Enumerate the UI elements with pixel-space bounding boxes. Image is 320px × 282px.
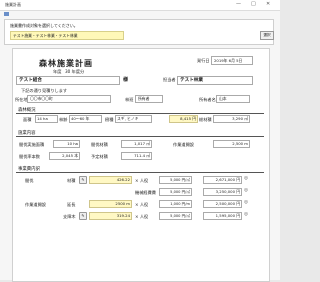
plan-sheet: 森林施業計画 発行日 2019年 6月 5日 年度 30 年度分 テスト組合 様…	[12, 48, 270, 282]
age-label: 林齢	[59, 117, 68, 122]
owner-name-field[interactable]: 山本	[216, 95, 250, 103]
area-field[interactable]: 14 ha	[35, 115, 58, 123]
cost-row-label: 間伐	[25, 178, 34, 183]
cost-row-multiplier: 機械経費費	[135, 190, 156, 195]
author-label: 担当者	[163, 77, 176, 82]
forest-block-label: 林班	[125, 97, 134, 102]
info-icon[interactable]: ◎	[244, 176, 248, 181]
cost-row-total[interactable]: 1,595,000 円	[203, 212, 242, 220]
window-title: 施業計画	[5, 2, 21, 7]
cost-row-price[interactable]: 5,000 円/㎥	[159, 176, 192, 184]
info-icon[interactable]: ◎	[244, 200, 248, 205]
author-field[interactable]: テスト林業	[177, 76, 253, 85]
total-volume-field[interactable]: 3,290 ㎥	[213, 115, 250, 123]
location-label: 所在地	[15, 97, 28, 102]
divider	[16, 136, 264, 137]
planned-volume-label: 予定材積	[91, 154, 108, 159]
year-label: 年度	[53, 69, 62, 74]
date-label: 発行日	[197, 58, 210, 63]
edit-icon[interactable]: ✎	[79, 176, 87, 184]
divider	[16, 113, 264, 114]
info-icon[interactable]: ◎	[244, 212, 248, 217]
species-label: 樹種	[105, 117, 114, 122]
page-title: 森林施業計画	[39, 59, 93, 68]
thinning-volume-label: 間伐材積	[91, 142, 108, 147]
location-field[interactable]: 〇〇市〇〇町	[27, 95, 111, 103]
cost-row-multiplier: × 人役	[135, 214, 149, 219]
cost-row-unit-label: 延長	[67, 202, 76, 207]
species-field[interactable]: スギ, ヒノキ	[115, 115, 152, 123]
minimize-button[interactable]: —	[236, 1, 241, 7]
road-field[interactable]: 2,500 m	[213, 140, 250, 148]
cost-row-price[interactable]: 1,000 円/m	[159, 200, 192, 208]
cost-row-total[interactable]: 3,250,000 円	[203, 188, 242, 196]
forest-block-field[interactable]: 所有者	[135, 95, 163, 103]
honorific: 様	[123, 77, 129, 83]
close-button[interactable]: ✕	[266, 1, 270, 7]
info-icon[interactable]: ◎	[244, 188, 248, 193]
thinning-volume-field[interactable]: 1,017 ㎥	[121, 140, 152, 148]
year-value: 30 年度分	[65, 69, 85, 74]
planned-volume-field[interactable]: 711.4 ㎥	[121, 152, 152, 160]
edit-icon[interactable]: ✎	[79, 212, 87, 220]
app-window: 施業計画 — □ ✕ 施業書作成対象を選択してください。 テスト施業・テスト林業…	[0, 0, 280, 282]
age-field[interactable]: 40〜60 年	[69, 115, 102, 123]
total-volume-label: 総材積	[199, 117, 212, 122]
cost-row-multiplier: × 人役	[135, 178, 149, 183]
menu-bar	[0, 11, 280, 17]
cost-row-qty[interactable]: 2500 m	[89, 200, 132, 208]
cost-row-qty[interactable]: 426.22	[89, 176, 132, 184]
cost-row-unit-label: 材積	[67, 178, 76, 183]
select-button[interactable]: 選択	[260, 31, 274, 40]
thinning-area-field[interactable]: 10 ha	[53, 140, 80, 148]
cost-row-label: 作業道開設	[25, 202, 46, 207]
notice-text: 下記の通り見積りします	[21, 88, 68, 93]
client-field[interactable]: テスト組合	[16, 76, 120, 85]
maximize-button[interactable]: □	[251, 1, 256, 7]
selection-message: 施業書作成対象を選択してください。	[10, 23, 78, 28]
date-field[interactable]: 2019年 6月 5日	[211, 56, 253, 65]
divider	[16, 172, 264, 173]
cost-row-price[interactable]: 5,000 円/㎥	[159, 188, 192, 196]
cost-row-total[interactable]: 2,500,000 円	[203, 200, 242, 208]
thinning-rate-field[interactable]: 2,045 本	[49, 152, 80, 160]
area-label: 面積	[23, 117, 32, 122]
owner-name-label: 所有者名	[199, 97, 216, 102]
selection-panel: 施業書作成対象を選択してください。 テスト施業・テスト林業・テスト林業 選択	[4, 19, 274, 45]
cost-row-qty[interactable]: 319.24	[89, 212, 132, 220]
thinning-area-label: 間伐実施面積	[19, 142, 45, 147]
cost-row-unit-label: 支障木	[63, 214, 76, 219]
thinning-rate-label: 間伐率本数	[19, 154, 40, 159]
target-select[interactable]: テスト施業・テスト林業・テスト林業	[10, 31, 124, 40]
title-bar: 施業計画 — □ ✕	[0, 0, 280, 11]
cost-row-multiplier: × 人役	[135, 202, 149, 207]
cost-row-price[interactable]: 5,000 円/㎥	[159, 212, 192, 220]
unit-cost-field[interactable]: 8,415 円	[169, 115, 198, 123]
cost-row-total[interactable]: 2,671,000 円	[203, 176, 242, 184]
road-label: 作業道開設	[173, 142, 194, 147]
app-menu-icon[interactable]	[4, 12, 9, 16]
